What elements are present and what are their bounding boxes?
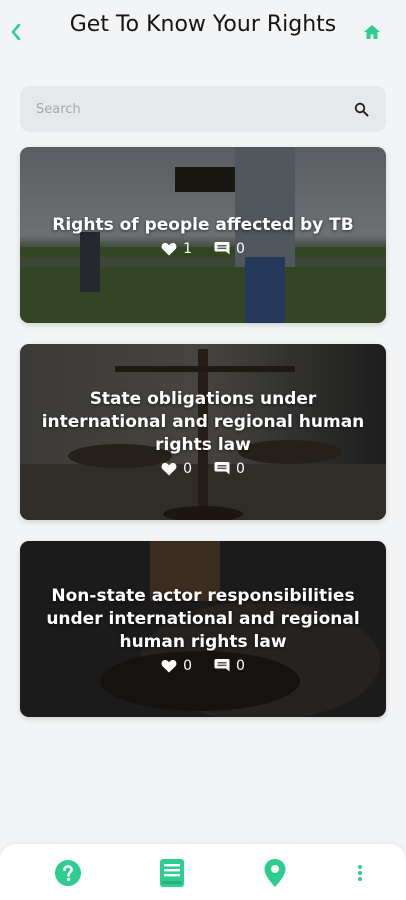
rights-card-non-state-actors[interactable]: Non-state actor responsibilities under i…	[20, 541, 386, 717]
nav-more-button[interactable]	[345, 858, 375, 888]
card-title: Rights of people affected by TB	[52, 214, 354, 235]
card-title: Non-state actor responsibilities under i…	[46, 585, 360, 652]
search-input[interactable]	[36, 101, 352, 117]
nav-library-button[interactable]	[157, 858, 187, 888]
search-bar	[20, 86, 386, 132]
home-button[interactable]	[362, 22, 382, 42]
comment-icon	[214, 462, 230, 475]
comment-count-value: 0	[236, 240, 245, 257]
like-count[interactable]: 0	[161, 461, 192, 477]
bottom-navigation	[0, 844, 406, 900]
nav-help-button[interactable]	[53, 858, 83, 888]
heart-icon	[161, 242, 177, 255]
comment-count[interactable]: 0	[214, 658, 245, 674]
like-count-value: 1	[183, 240, 192, 257]
help-circle-icon	[55, 860, 81, 886]
comment-count-value: 0	[236, 460, 245, 477]
map-pin-icon	[264, 859, 286, 887]
header: Get To Know Your Rights	[0, 0, 406, 80]
book-icon	[160, 859, 184, 887]
rights-card-tb[interactable]: Rights of people affected by TB 1 0	[20, 147, 386, 323]
home-icon	[364, 25, 380, 39]
like-count[interactable]: 0	[161, 658, 192, 674]
card-title: State obligations under international an…	[41, 388, 365, 455]
comment-count[interactable]: 0	[214, 241, 245, 257]
search-icon[interactable]	[352, 100, 370, 118]
like-count-value: 0	[183, 460, 192, 477]
more-vertical-icon	[358, 865, 362, 881]
comment-count-value: 0	[236, 657, 245, 674]
page-title: Get To Know Your Rights	[69, 12, 337, 37]
comment-icon	[214, 242, 230, 255]
chevron-left-icon	[11, 23, 21, 41]
heart-icon	[161, 462, 177, 475]
rights-card-state-obligations[interactable]: State obligations under international an…	[20, 344, 386, 520]
comment-count[interactable]: 0	[214, 461, 245, 477]
like-count-value: 0	[183, 657, 192, 674]
nav-location-button[interactable]	[260, 858, 290, 888]
comment-icon	[214, 659, 230, 672]
heart-icon	[161, 659, 177, 672]
back-button[interactable]	[6, 20, 26, 44]
like-count[interactable]: 1	[161, 241, 192, 257]
